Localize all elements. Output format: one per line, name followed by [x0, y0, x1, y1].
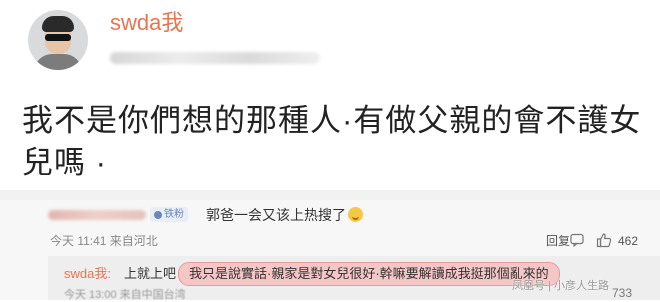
reply-button[interactable]: 回复	[546, 233, 570, 249]
reply-username[interactable]: swda我:	[64, 265, 111, 282]
avatar[interactable]	[28, 10, 88, 70]
comment-text: 郭爸一会又该上热搜了	[206, 206, 363, 224]
post-meta-blurred	[110, 52, 320, 64]
like-thumb-icon[interactable]	[596, 232, 612, 248]
weibo-post: swda我 我不是你們想的那種人·有做父親的會不護女兒嗎 ·	[0, 0, 660, 190]
commenter-name-blurred[interactable]	[48, 210, 146, 220]
reply-icon[interactable]	[570, 233, 584, 247]
avatar-sunglasses	[45, 34, 71, 41]
badge-dot-icon	[154, 210, 162, 219]
avatar-shirt	[34, 54, 82, 70]
reply-thread: swda我: 上就上吧 我只是說實話·親家是對女兒很好·幹嘛要解讀成我挺那個亂來…	[48, 256, 660, 301]
comment-time: 今天 11:41 来自河北	[50, 234, 158, 248]
comment-text-content: 郭爸一会又该上热搜了	[206, 207, 346, 223]
like-count: 462	[618, 234, 639, 248]
watermark-count: 733	[612, 286, 633, 300]
reply-highlighted-text: 我只是說實話·親家是對女兒很好·幹嘛要解讀成我挺那個亂來的	[178, 262, 560, 286]
reply-prefix-text: 上就上吧	[124, 266, 177, 281]
source-watermark: 凤凰号 | 小彦人生路	[512, 280, 609, 292]
section-divider	[0, 190, 660, 200]
fan-badge-label: 铁粉	[164, 209, 184, 220]
post-username[interactable]: swda我	[110, 10, 183, 36]
post-text: 我不是你們想的那種人·有做父親的會不護女兒嗎 ·	[22, 103, 642, 180]
avatar-hair	[42, 16, 74, 32]
laughing-emoji-icon	[348, 207, 363, 222]
fan-badge: 铁粉	[150, 207, 188, 222]
